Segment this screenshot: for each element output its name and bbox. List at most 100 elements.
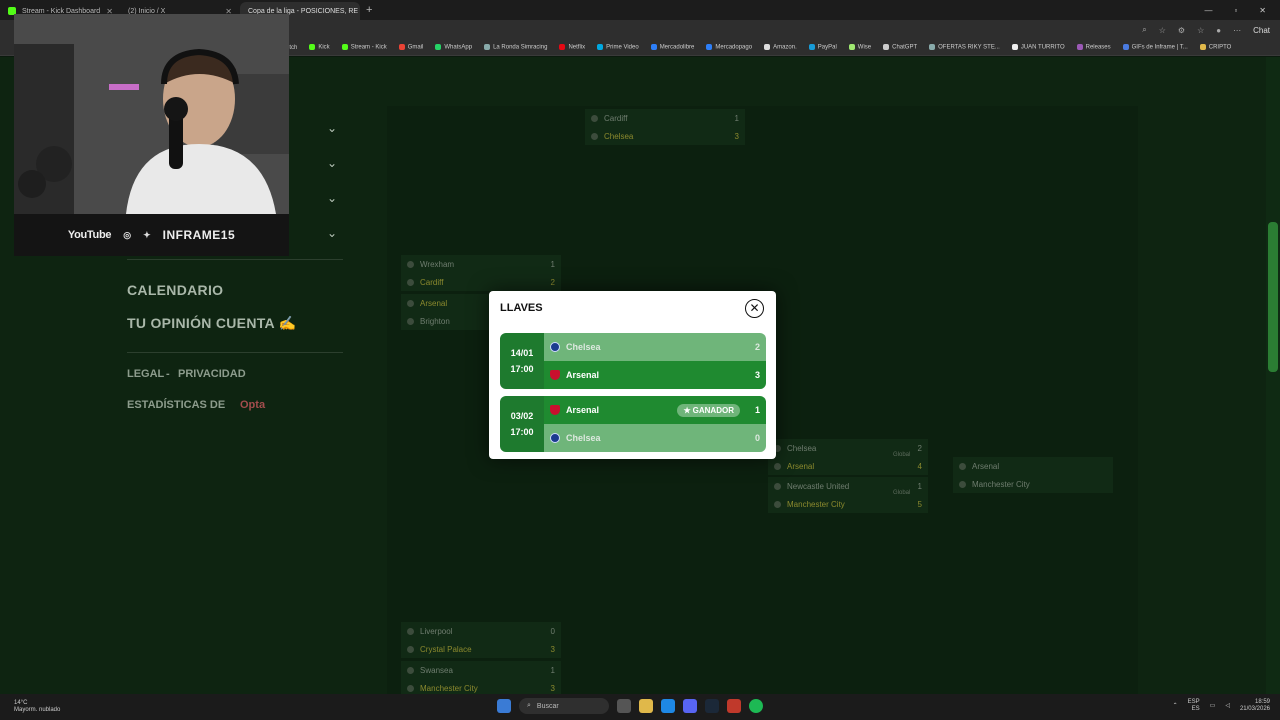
team-score: 1 [754, 405, 760, 415]
bookmark[interactable]: Amazon. [764, 44, 797, 51]
scrollbar-thumb[interactable] [1268, 222, 1278, 372]
netflix-icon [559, 44, 566, 51]
team-row: Chelsea 2 [544, 333, 766, 361]
bookmark[interactable]: Kick [309, 44, 330, 51]
team-name: Chelsea [566, 433, 601, 443]
chevron-down-icon[interactable]: ⌄ [324, 191, 340, 207]
favorites-icon[interactable]: ☆ [1197, 26, 1204, 35]
steam-icon[interactable] [705, 699, 719, 713]
llaves-modal: LLAVES ✕ 14/01 17:00 Chelsea 2 Arsenal 3 [489, 291, 776, 459]
menu-icon[interactable]: ⋯ [1233, 26, 1241, 35]
opta-logo[interactable]: Opta [240, 399, 265, 411]
network-icon[interactable]: ▭ [1210, 703, 1216, 710]
bookmark[interactable]: itch [288, 45, 297, 51]
task-view-icon[interactable] [617, 699, 631, 713]
bookmark[interactable]: PayPal [808, 44, 837, 51]
temperature: 14°C [14, 699, 28, 706]
bookmark-star-icon[interactable]: ☆ [1159, 26, 1166, 35]
file-explorer-icon[interactable] [639, 699, 653, 713]
legal-link[interactable]: LEGAL [127, 368, 164, 380]
obs-icon[interactable] [727, 699, 741, 713]
gif-icon [1122, 44, 1129, 51]
bracket-match[interactable]: Wrexham 1 Cardiff 2 [401, 255, 561, 291]
tie-leg-2[interactable]: 03/02 17:00 Arsenal ★ GANADOR 1 Chelsea 0 [500, 396, 766, 452]
streamer-video [14, 14, 289, 214]
releases-icon [1076, 44, 1083, 51]
winner-badge: ★ GANADOR [677, 403, 740, 417]
weather-widget[interactable]: 14°C Mayorm. nublado [14, 700, 60, 714]
bookmark[interactable]: Releases [1076, 44, 1111, 51]
bookmark[interactable]: Wise [848, 44, 871, 51]
bookmark[interactable]: JUAN TURRITO [1011, 44, 1065, 51]
nav-calendario[interactable]: CALENDARIO [127, 282, 223, 298]
bookmark[interactable]: La Ronda Simracing [484, 44, 547, 51]
chevron-down-icon[interactable]: ⌄ [324, 156, 340, 172]
taskbar-search[interactable]: ⌕ Buscar [519, 698, 609, 714]
close-window-icon[interactable]: ✕ [1259, 6, 1266, 15]
bracket-match[interactable]: Swansea 1 Manchester City 3 [401, 661, 561, 694]
clock[interactable]: 18:59 21/03/2026 [1240, 699, 1270, 713]
volume-icon[interactable]: ◁ [1225, 703, 1230, 710]
mercadolibre-icon [650, 44, 657, 51]
crest-icon [407, 627, 414, 635]
search-icon: ⌕ [527, 702, 531, 709]
chevron-down-icon[interactable]: ⌄ [324, 226, 340, 242]
bracket-match[interactable]: Cardiff 1 Chelsea 3 [585, 109, 745, 145]
bookmark[interactable]: Gmail [398, 44, 423, 51]
crest-icon [407, 278, 414, 286]
bracket-final[interactable]: Arsenal Manchester City [953, 457, 1113, 493]
weather-text: Mayorm. nublado [14, 707, 61, 713]
x-icon [1011, 44, 1018, 51]
bookmark[interactable]: ChatGPT [883, 44, 917, 51]
maximize-icon[interactable]: ▫ [1234, 6, 1237, 15]
chelsea-crest-icon [550, 342, 560, 352]
chelsea-crest-icon [550, 433, 560, 443]
close-icon[interactable]: ✕ [745, 299, 764, 318]
whatsapp-icon [435, 44, 442, 51]
chat-button[interactable]: Chat [1253, 26, 1270, 35]
bookmark[interactable]: Mercadopago [706, 44, 752, 51]
extensions-icon[interactable]: ⚙ [1178, 26, 1185, 35]
chatgpt-icon [883, 44, 890, 51]
team-row: Chelsea 0 [544, 424, 766, 452]
bracket-match[interactable]: Liverpool 0 Crystal Palace 3 [401, 622, 561, 658]
team-row: Wrexham 1 [401, 255, 561, 273]
profile-icon[interactable]: ● [1216, 26, 1221, 35]
chevron-down-icon[interactable]: ⌄ [324, 121, 340, 137]
tie-leg-1[interactable]: 14/01 17:00 Chelsea 2 Arsenal 3 [500, 333, 766, 389]
discord-icon[interactable] [683, 699, 697, 713]
edge-icon[interactable] [661, 699, 675, 713]
windows-taskbar: 14°C Mayorm. nublado ⌕ Buscar ⌃ ESP ES ▭ ◁… [0, 694, 1280, 720]
scrollbar[interactable] [1266, 57, 1280, 694]
bookmark[interactable]: Mercadolibre [650, 44, 694, 51]
bookmark[interactable]: Prime Video [597, 44, 639, 51]
bookmark[interactable]: Stream - Kick [341, 44, 387, 51]
twitter-icon: ✦ [143, 229, 151, 240]
crest-icon [774, 462, 781, 470]
youtube-label: YouTube [67, 229, 112, 241]
team-row: Cardiff 1 [585, 109, 745, 127]
streamer-handle: INFRAME15 [162, 228, 236, 242]
new-tab-button[interactable]: + [366, 4, 372, 16]
bookmark[interactable]: WhatsApp [435, 44, 472, 51]
crest-icon [591, 114, 598, 122]
privacidad-link[interactable]: PRIVACIDAD [178, 368, 246, 380]
spotify-icon[interactable] [749, 699, 763, 713]
bookmark[interactable]: Netflix [559, 44, 585, 51]
arsenal-crest-icon [550, 405, 560, 415]
team-row: Crystal Palace 3 [401, 640, 561, 658]
chevron-up-icon[interactable]: ⌃ [1173, 703, 1178, 710]
bookmark[interactable]: GIFs de Inframe | T... [1122, 44, 1188, 51]
bookmark[interactable]: CRIPTO [1199, 44, 1231, 51]
windows-start-icon[interactable] [497, 699, 511, 713]
zoom-icon[interactable]: ⌕ [1142, 25, 1146, 35]
nav-tu-opinion-cuenta[interactable]: TU OPINIÓN CUENTA ✍ [127, 315, 296, 332]
separator: - [166, 368, 170, 380]
team-name: Arsenal [566, 370, 600, 380]
bookmark[interactable]: OFERTAS RIKY STE... [929, 44, 1000, 51]
webcam-overlay [14, 14, 289, 214]
crest-icon [774, 482, 781, 490]
minimize-icon[interactable]: — [1204, 6, 1212, 15]
folder-icon [484, 44, 491, 51]
language-indicator[interactable]: ESP ES [1188, 699, 1200, 713]
